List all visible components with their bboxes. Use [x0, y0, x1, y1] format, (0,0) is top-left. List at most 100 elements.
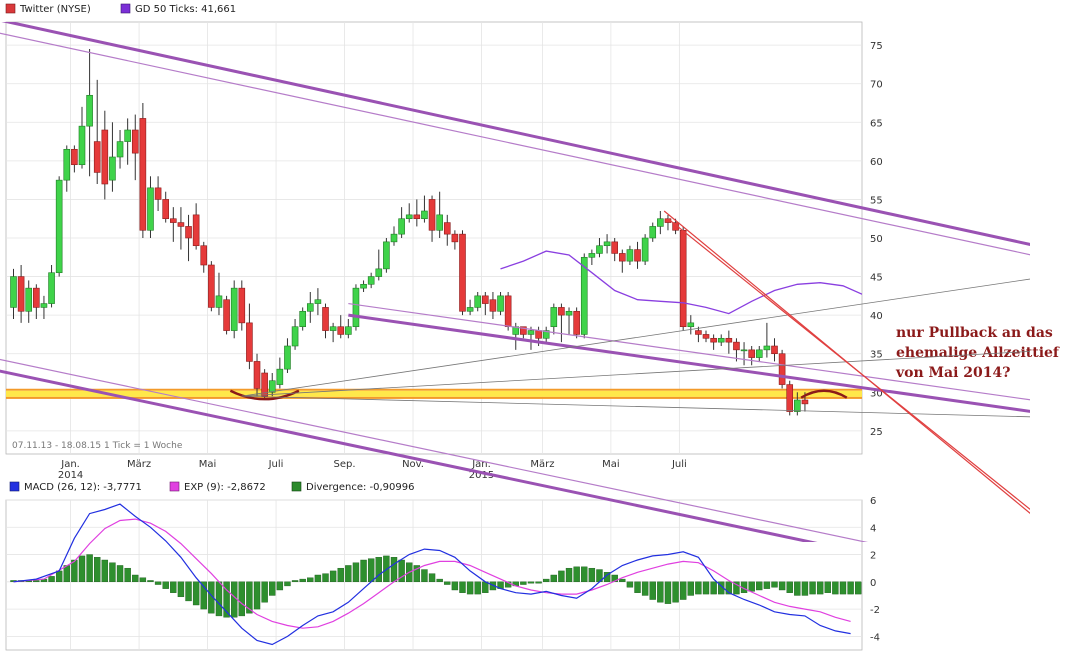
divergence-bar: [170, 581, 177, 593]
macd-y-tick-label: 4: [870, 523, 876, 534]
divergence-bar: [94, 557, 101, 583]
divergence-bar: [307, 577, 314, 583]
candle-body-up: [230, 287, 238, 331]
candle-body-down: [801, 399, 809, 405]
candle-body-up: [565, 310, 573, 316]
candle-body-down: [162, 199, 169, 220]
price-x-axis: Jan.2014März Mai Juli Sep. Nov. Jan.2015März M…: [58, 459, 687, 481]
divergence-bar: [124, 567, 131, 583]
divergence-bar: [786, 581, 793, 593]
legend-label-ma: GD 50 Ticks: 41,661: [135, 4, 236, 15]
candle-body-down: [558, 307, 565, 316]
candle: [459, 230, 466, 316]
candle-body-down: [33, 287, 40, 308]
y-tick-label: 65: [870, 118, 883, 129]
divergence-bar: [466, 581, 474, 595]
divergence-bar: [778, 581, 786, 591]
candle-body-up: [124, 129, 131, 142]
candle-body-up: [63, 148, 71, 181]
legend-label-divergence: Divergence: -0,90996: [306, 482, 414, 493]
divergence-bar: [261, 581, 268, 603]
candle: [352, 284, 360, 331]
x-tick-label: Jan.: [60, 459, 80, 470]
candle-body-up: [398, 218, 405, 235]
annotation: nur Pullback an das ehemalige Allzeittie…: [895, 325, 1060, 381]
divergence-bar: [55, 570, 63, 583]
candle-body-up: [48, 272, 55, 304]
support-band-edge: [6, 388, 862, 391]
period-info: 07.11.13 - 18.08.15 1 Tick = 1 Woche: [12, 441, 183, 451]
candle: [223, 295, 230, 335]
y-tick-label: 75: [870, 41, 883, 52]
divergence-bar: [801, 581, 809, 596]
divergence-bar: [816, 581, 824, 595]
divergence-bar: [626, 581, 634, 588]
divergence-bar: [641, 581, 649, 596]
divergence-bar: [154, 581, 162, 585]
candle-body-up: [299, 310, 306, 328]
candle-body-down: [208, 264, 215, 308]
divergence-bar: [314, 574, 322, 583]
x-tick-label: März: [530, 459, 554, 470]
candle-body-up: [306, 303, 314, 312]
divergence-bar: [702, 581, 710, 595]
divergence-bar: [33, 580, 40, 583]
divergence-bar: [253, 581, 261, 610]
candle-body-up: [626, 249, 634, 262]
candle-body-up: [588, 253, 596, 258]
candle-body-up: [10, 276, 17, 308]
candle-body-up: [497, 295, 504, 312]
divergence-bar: [101, 559, 109, 583]
candle-body-up: [755, 349, 763, 358]
candle-body-down: [573, 310, 580, 335]
annotation-line-1: nur Pullback an das: [896, 325, 1053, 341]
candle: [261, 369, 268, 400]
candle-body-down: [778, 353, 786, 385]
macd-y-tick-label: 6: [870, 496, 876, 507]
divergence-bar: [687, 581, 694, 596]
x-tick-label: Juli: [671, 459, 687, 470]
divergence-bar: [832, 581, 839, 595]
candle-body-up: [657, 218, 664, 227]
divergence-bar: [855, 581, 862, 595]
divergence-bar: [139, 577, 147, 583]
candle-body-down: [786, 384, 794, 412]
candle-body-up: [55, 179, 63, 274]
candle-body-up: [763, 345, 771, 351]
candle-body-down: [443, 222, 451, 235]
divergence-bar: [619, 578, 626, 583]
divergence-bar: [451, 581, 459, 591]
legend-label-macd: MACD (26, 12): -3,7771: [24, 482, 142, 493]
legend-label-exp: EXP (9): -2,8672: [184, 482, 266, 493]
divergence-bar: [86, 554, 93, 583]
y-tick-label: 25: [870, 427, 883, 438]
candle-body-up: [284, 345, 291, 370]
macd-legend: MACD (26, 12): -3,7771 EXP (9): -2,8672 …: [9, 481, 414, 493]
candle-body-down: [428, 199, 436, 231]
candle-body-down: [702, 334, 710, 339]
candle-body-down: [139, 118, 147, 231]
candle-body-up: [527, 330, 535, 335]
divergence-bar: [756, 581, 763, 591]
candle-body-down: [413, 214, 421, 220]
candle-body-down: [748, 349, 755, 358]
candle-body-up: [116, 141, 124, 158]
divergence-bar: [588, 567, 596, 583]
candle: [641, 234, 649, 265]
divergence-bar: [634, 581, 641, 593]
divergence-bar: [299, 578, 306, 583]
divergence-bar: [672, 581, 679, 603]
candle: [778, 349, 786, 389]
divergence-bar: [428, 573, 436, 583]
candle-body-down: [618, 253, 626, 262]
candle-body-down: [489, 299, 497, 312]
candle-body-down: [185, 226, 192, 239]
candle-body-down: [101, 129, 109, 185]
candle-body-up: [375, 268, 383, 277]
candle-body-up: [86, 94, 93, 127]
candle-body-down: [679, 229, 687, 328]
candle-body-up: [367, 276, 375, 285]
candle-body-down: [725, 337, 733, 343]
divergence-bar: [291, 580, 299, 583]
candle-body-down: [451, 233, 459, 243]
